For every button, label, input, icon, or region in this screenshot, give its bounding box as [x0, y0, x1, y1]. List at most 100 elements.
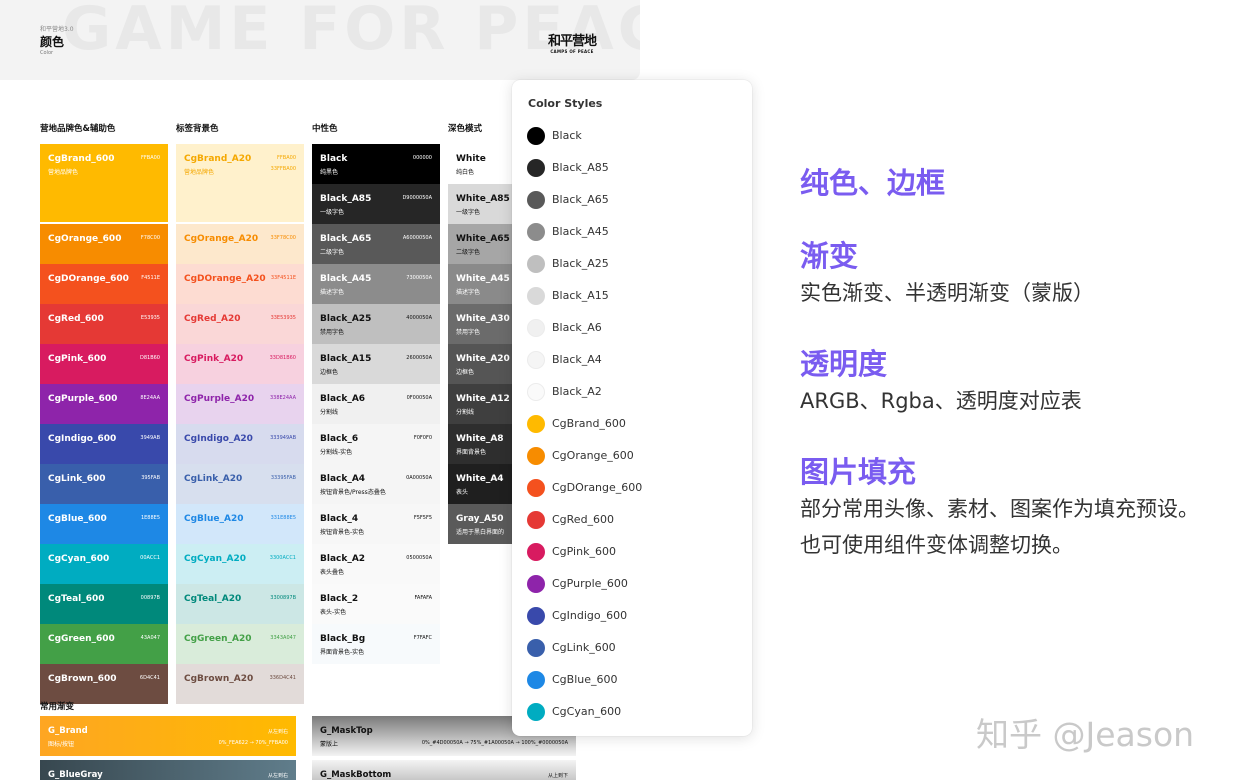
swatch-hex: 33F78C00: [270, 235, 296, 241]
swatch-name: CgLink_600: [48, 474, 106, 484]
color-style-item[interactable]: CgRed_600: [526, 507, 738, 533]
swatch-hex: F0F0F0: [413, 435, 432, 441]
swatch-description: 表头叠色: [320, 569, 345, 576]
color-style-label: Black_A65: [552, 193, 609, 206]
feature-block: 透明度 ARGB、Rgba、透明度对应表: [800, 341, 1082, 419]
swatch-hex: 7300050A: [406, 275, 432, 281]
color-swatch: CgPink_600 D81B60: [40, 344, 168, 384]
swatch-name: Black_Bg: [320, 634, 366, 644]
swatch-hex: 331E88E5: [270, 515, 296, 521]
swatch-hex: 43A047: [140, 635, 160, 641]
color-swatch: CgTeal_A20 3300897B: [176, 584, 304, 624]
swatch-description: 纯黑色: [320, 169, 339, 176]
swatch-description: 边框色: [320, 369, 339, 376]
color-swatch: CgCyan_600 00ACC1: [40, 544, 168, 584]
color-style-item[interactable]: Black_A6: [526, 315, 738, 341]
color-swatch: Black_6 分割线-实色 F0F0F0: [312, 424, 440, 464]
color-style-label: Black: [552, 129, 582, 142]
swatch-hex: A6000050A: [402, 235, 432, 241]
swatch-name: CgRed_A20: [184, 314, 241, 324]
gradient-name: G_MaskTop: [320, 726, 373, 736]
swatch-name: CgBrown_600: [48, 674, 117, 684]
color-dot-icon: [527, 127, 545, 145]
feature-heading: 透明度: [800, 347, 888, 381]
color-style-item[interactable]: Black_A65: [526, 187, 738, 213]
color-dot-icon: [527, 287, 545, 305]
swatch-hex: D81B60: [139, 355, 160, 361]
board-header: GAME FOR PEACE 和平营地3.0 颜色 Color 和平营地 CAM…: [0, 0, 640, 80]
color-swatch: CgGreen_600 43A047: [40, 624, 168, 664]
color-swatch: CgDOrange_600 F4511E: [40, 264, 168, 304]
color-style-label: Black_A15: [552, 289, 609, 302]
column-title: 营地品牌色&辅助色: [40, 124, 116, 134]
color-style-item[interactable]: Black_A4: [526, 347, 738, 373]
color-style-item[interactable]: Black_A45: [526, 219, 738, 245]
swatch-name: CgCyan_600: [48, 554, 110, 564]
swatch-hex: 333949AB: [270, 435, 296, 441]
color-style-item[interactable]: CgBrand_600: [526, 411, 738, 437]
color-dot-icon: [527, 447, 545, 465]
swatch-description: 分割线-实色: [320, 449, 353, 456]
color-style-item[interactable]: CgDOrange_600: [526, 475, 738, 501]
color-style-item[interactable]: CgLink_600: [526, 635, 738, 661]
color-swatch: CgPurple_600 8E24AA: [40, 384, 168, 424]
swatch-hex: 0500050A: [406, 555, 432, 561]
swatch-name: Black_A25: [320, 314, 372, 324]
swatch-hex: FFBA00: [277, 155, 296, 161]
color-style-item[interactable]: CgIndigo_600: [526, 603, 738, 629]
swatch-name: Black_A15: [320, 354, 372, 364]
swatch-name: Black: [320, 154, 348, 164]
swatch-description: 纯白色: [456, 169, 475, 176]
swatch-description: 二级字色: [456, 249, 481, 256]
swatch-description: 营地品牌色: [48, 169, 79, 176]
gradient-description: 图标/按钮: [48, 741, 75, 748]
swatch-hex: 4000050A: [406, 315, 432, 321]
swatch-name: Gray_A50: [456, 514, 504, 524]
color-swatch: Black_A25 禁用字色 4000050A: [312, 304, 440, 344]
color-swatch: CgOrange_600 F78C00: [40, 224, 168, 264]
color-dot-icon: [527, 671, 545, 689]
swatch-name: CgIndigo_600: [48, 434, 117, 444]
color-style-item[interactable]: CgPurple_600: [526, 571, 738, 597]
color-style-label: CgDOrange_600: [552, 481, 643, 494]
swatch-hex: FAFAFA: [414, 595, 432, 601]
color-style-item[interactable]: Black_A25: [526, 251, 738, 277]
color-swatch: CgOrange_A20 33F78C00: [176, 224, 304, 264]
color-swatch: CgBlue_600 1E88E5: [40, 504, 168, 544]
feature-line: 也可使用组件变体调整切换。: [800, 533, 1073, 557]
color-dot-icon: [527, 479, 545, 497]
color-swatch: CgLink_600 395FAB: [40, 464, 168, 504]
swatch-description: 一级字色: [456, 209, 481, 216]
color-style-item[interactable]: Black_A85: [526, 155, 738, 181]
swatch-description: 二级字色: [320, 249, 345, 256]
color-swatch: CgPurple_A20 338E24AA: [176, 384, 304, 424]
color-style-item[interactable]: Black_A2: [526, 379, 738, 405]
credit-watermark: 知乎 @Jeason: [976, 715, 1195, 754]
color-style-item[interactable]: CgOrange_600: [526, 443, 738, 469]
gradients-title: 常用渐变: [40, 702, 75, 712]
color-dot-icon: [527, 255, 545, 273]
color-dot-icon: [527, 383, 545, 401]
swatch-hex: E53935: [140, 315, 160, 321]
swatch-hex: F4511E: [141, 275, 160, 281]
column-title: 标签背景色: [176, 124, 219, 134]
color-style-item[interactable]: CgBlue_600: [526, 667, 738, 693]
swatch-hex: 338E24AA: [269, 395, 296, 401]
swatch-name: CgOrange_A20: [184, 234, 259, 244]
color-style-item[interactable]: Black_A15: [526, 283, 738, 309]
color-style-label: CgIndigo_600: [552, 609, 628, 622]
gradient-name: G_MaskBottom: [320, 770, 392, 780]
color-style-item[interactable]: Black: [526, 123, 738, 149]
swatch-name: Black_A45: [320, 274, 372, 284]
color-style-item[interactable]: CgPink_600: [526, 539, 738, 565]
logo-subtext: CAMPS OF PEACE: [550, 49, 594, 54]
swatch-name: CgDOrange_600: [48, 274, 129, 284]
swatch-name: Black_A4: [320, 474, 366, 484]
gradient-swatch: G_BlueGray 从左到右: [40, 760, 296, 780]
swatch-description: 描述字色: [320, 289, 345, 296]
swatch-hex: 3300ACC1: [269, 555, 296, 561]
color-style-item[interactable]: CgCyan_600: [526, 699, 738, 725]
color-style-label: Black_A6: [552, 321, 602, 334]
header-small-label: 和平营地3.0: [40, 26, 74, 33]
color-style-label: Black_A2: [552, 385, 602, 398]
